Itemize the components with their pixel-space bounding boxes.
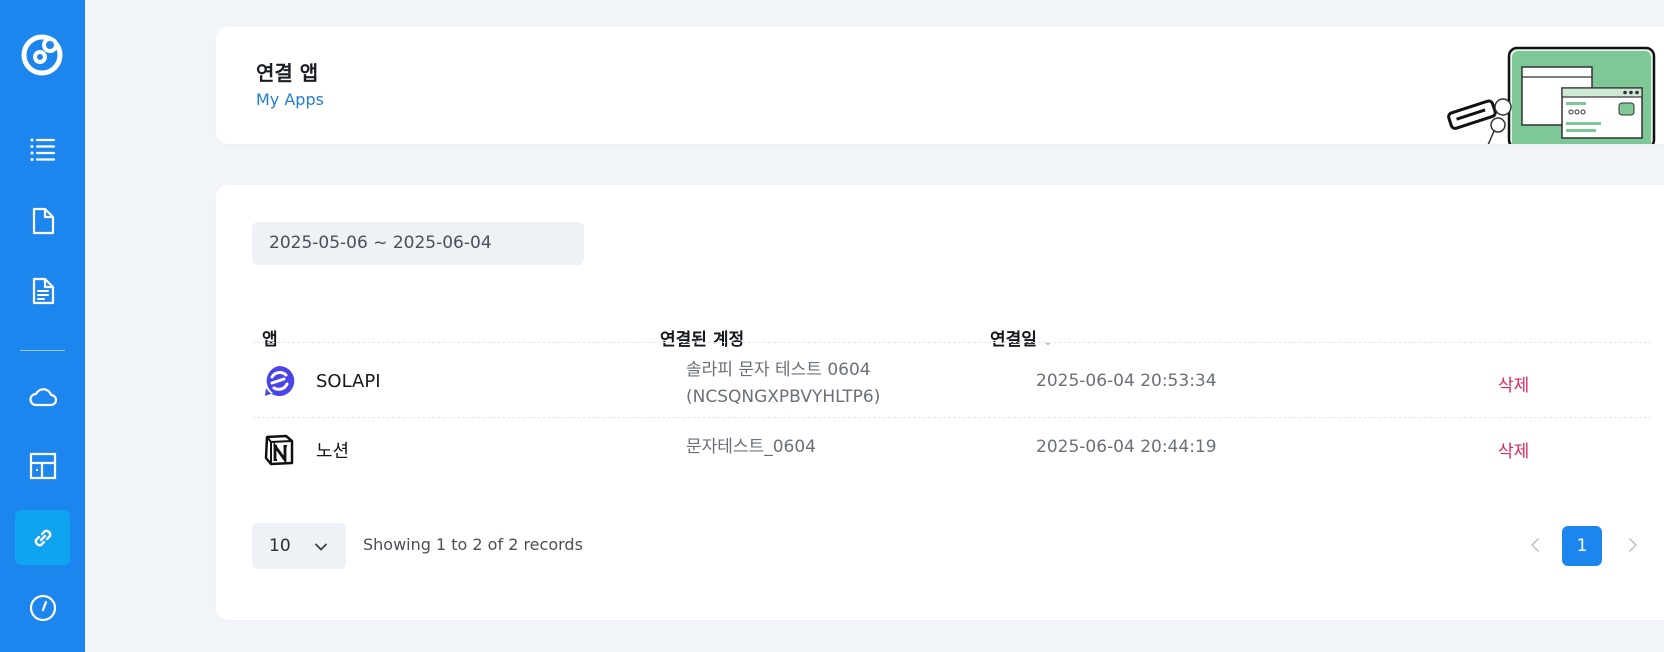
pagination-next-chevron-right-icon[interactable] [1622, 535, 1642, 555]
column-header-app: 앱 [262, 330, 278, 350]
delete-button[interactable]: 삭제 [1498, 437, 1529, 462]
page-title: 연결 앱 [256, 61, 319, 85]
app-name: 노션 [316, 441, 350, 462]
notion-icon [264, 434, 294, 466]
table-divider [252, 342, 1652, 343]
page-size-value: 10 [269, 536, 291, 556]
connected-account-name: 문자테스트_0604 [686, 437, 816, 457]
document-text-icon [32, 277, 54, 304]
connected-date: 2025-06-04 20:53:34 [1036, 371, 1217, 391]
connected-account-id: (NCSQNGXPBVYHLTP6) [686, 387, 881, 407]
page-subtitle: My Apps [256, 90, 324, 109]
delete-button[interactable]: 삭제 [1498, 371, 1529, 396]
sidebar-divider [20, 350, 65, 351]
column-header-connected-date[interactable]: 연결일 ⌄ [990, 325, 1053, 350]
date-range-picker[interactable]: 2025-05-06 ~ 2025-06-04 [252, 222, 584, 265]
sidebar-item-list[interactable] [15, 122, 70, 177]
column-header-connected-date-label: 연결일 [990, 330, 1037, 350]
sidebar-item-cloud[interactable] [15, 369, 70, 424]
chevron-down-icon [315, 543, 327, 551]
table-divider [252, 417, 1652, 418]
layout-icon [29, 452, 56, 479]
sort-chevron-down-icon: ⌄ [1042, 334, 1053, 348]
connected-apps-panel: 2025-05-06 ~ 2025-06-04 앱 연결된 계정 연결일 ⌄ SO… [216, 185, 1664, 620]
page-size-select[interactable]: 10 [252, 523, 346, 569]
solapi-icon [265, 365, 295, 396]
sidebar-item-document[interactable] [15, 193, 70, 248]
sidebar [0, 0, 85, 652]
pagination-prev-chevron-left-icon[interactable] [1526, 535, 1546, 555]
column-header-connected-account: 연결된 계정 [660, 330, 745, 350]
sidebar-item-connected-apps[interactable] [15, 510, 70, 565]
connected-account-name: 솔라피 문자 테스트 0604 [686, 360, 871, 380]
app-name: SOLAPI [316, 371, 381, 392]
link-icon [34, 529, 51, 546]
connected-account: 문자테스트_0604 [686, 434, 816, 461]
list-icon [30, 138, 55, 161]
pagination-page-current[interactable]: 1 [1562, 526, 1602, 566]
app-logo-icon[interactable] [19, 32, 65, 78]
sidebar-item-layout[interactable] [15, 438, 70, 493]
sidebar-item-dashboard[interactable] [15, 580, 70, 635]
records-info: Showing 1 to 2 of 2 records [363, 535, 583, 554]
cloud-icon [28, 387, 57, 406]
dashboard-icon [29, 594, 56, 621]
connected-account: 솔라피 문자 테스트 0604 (NCSQNGXPBVYHLTP6) [686, 357, 880, 411]
connected-date: 2025-06-04 20:44:19 [1036, 437, 1217, 457]
document-icon [32, 207, 54, 234]
page-header: 연결 앱 My Apps [216, 27, 1664, 144]
sidebar-item-document-text[interactable] [15, 263, 70, 318]
connected-apps-illustration [1447, 46, 1656, 144]
